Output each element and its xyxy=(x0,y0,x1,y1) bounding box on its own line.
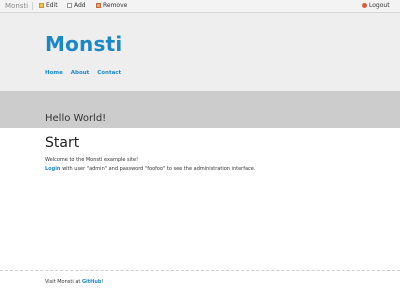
github-link[interactable]: GitHub xyxy=(82,279,102,285)
login-link[interactable]: Login xyxy=(45,166,60,172)
admin-toolbar: Monsti Edit Add Remove Logout xyxy=(0,0,400,13)
edit-button[interactable]: Edit xyxy=(39,0,58,12)
footer-divider xyxy=(0,270,400,271)
footer-suffix: ! xyxy=(101,279,104,285)
toolbar-brand: Monsti xyxy=(5,2,29,10)
add-label: Add xyxy=(74,2,86,9)
remove-button[interactable]: Remove xyxy=(96,0,127,12)
edit-label: Edit xyxy=(46,2,58,9)
main-nav: Home About Contact xyxy=(45,70,127,76)
add-icon xyxy=(67,3,72,8)
login-instructions: with user "admin" and password "foofoo" … xyxy=(60,166,256,172)
nav-item-home[interactable]: Home xyxy=(45,70,63,76)
remove-label: Remove xyxy=(103,2,128,9)
footer-prefix: Visit Monsti at xyxy=(45,279,82,285)
nav-item-contact[interactable]: Contact xyxy=(97,70,121,76)
main-content: Start Welcome to the Monsti example site… xyxy=(45,135,365,172)
logout-label: Logout xyxy=(369,2,390,9)
add-button[interactable]: Add xyxy=(67,0,86,12)
logout-icon xyxy=(362,3,367,8)
banner-title: Hello World! xyxy=(45,113,107,124)
site-header: Monsti Home About Contact xyxy=(0,13,400,91)
site-title[interactable]: Monsti xyxy=(45,32,122,56)
site-footer: Visit Monsti at GitHub! xyxy=(45,279,104,285)
welcome-text: Welcome to the Monsti example site! xyxy=(45,157,139,163)
logout-button[interactable]: Logout xyxy=(362,0,390,12)
page-banner: Hello World! xyxy=(0,91,400,128)
login-paragraph: Login with user "admin" and password "fo… xyxy=(45,166,255,172)
remove-icon xyxy=(96,3,101,8)
page-title: Start xyxy=(45,135,80,151)
nav-item-about[interactable]: About xyxy=(71,70,90,76)
toolbar-divider xyxy=(32,2,33,10)
edit-icon xyxy=(39,3,44,8)
